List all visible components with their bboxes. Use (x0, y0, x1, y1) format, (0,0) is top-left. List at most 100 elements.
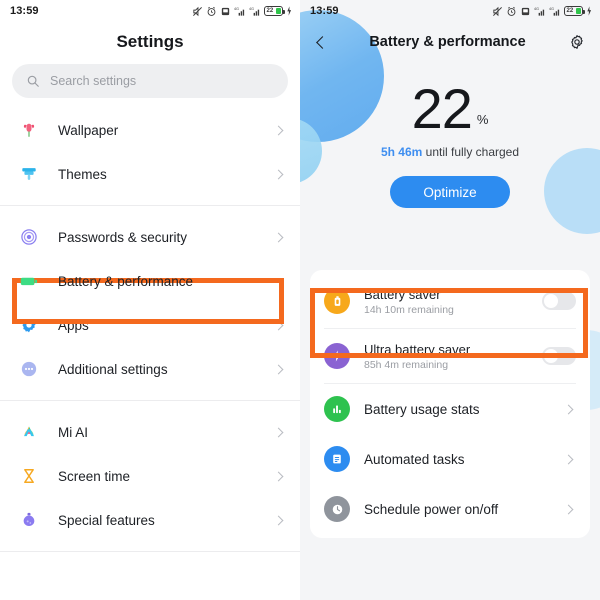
battery-fill (576, 8, 581, 14)
svg-text:4G: 4G (549, 7, 554, 11)
ultra-battery-saver-text: Ultra battery saver 85h 4m remaining (364, 342, 528, 371)
sd-card-icon (221, 7, 230, 15)
search-icon (27, 75, 39, 87)
page-title: Settings (116, 32, 184, 51)
alarm-icon (207, 6, 216, 16)
app-bar-title: Battery & performance (369, 34, 526, 50)
battery-saver-text: Battery saver 14h 10m remaining (364, 287, 528, 316)
percent-symbol: % (476, 112, 489, 128)
battery-saver-row[interactable]: Battery saver 14h 10m remaining (310, 274, 590, 328)
paint-brush-icon (18, 163, 40, 185)
sidebar-item-label: Additional settings (58, 361, 168, 377)
battery-saver-title: Battery saver (364, 286, 441, 302)
battery-usage-stats-row[interactable]: Battery usage stats (310, 384, 590, 434)
bolt-icon (324, 343, 350, 369)
list-divider (0, 400, 300, 401)
alarm-icon (507, 6, 516, 16)
sd-card-icon (521, 7, 530, 15)
battery-saver-card: Battery saver 14h 10m remaining Ultra ba… (310, 270, 590, 538)
battery-saver-subtitle: 14h 10m remaining (364, 303, 454, 316)
battery-percent-value: 22 (411, 77, 473, 140)
bar-chart-icon (324, 396, 350, 422)
mi-ai-icon (18, 421, 40, 443)
charging-bolt-icon (587, 6, 592, 16)
settings-panel: 13:59 4G 4G 22 Settings Search settings … (0, 0, 300, 600)
charge-eta-time: 5h 46m (380, 145, 423, 160)
ultra-battery-saver-subtitle: 85h 4m remaining (364, 358, 449, 371)
sidebar-item-battery-performance[interactable]: Battery & performance (0, 259, 300, 303)
battery-level-text: 22 (566, 8, 574, 14)
status-time: 13:59 (10, 5, 39, 17)
status-bar-left: 13:59 4G 4G 22 (0, 0, 300, 22)
sidebar-item-screen-time[interactable]: Screen time (0, 454, 300, 498)
chevron-right-icon (563, 504, 574, 514)
gear-icon[interactable] (568, 33, 586, 51)
sidebar-item-wallpaper[interactable]: Wallpaper (0, 108, 300, 152)
sidebar-item-label: Passwords & security (58, 229, 188, 245)
screenshot-root: 13:59 4G 4G 22 Settings Search settings … (0, 0, 600, 600)
sidebar-item-label: Themes (58, 166, 107, 182)
signal-2-icon: 4G (549, 7, 560, 16)
document-icon (324, 446, 350, 472)
ultra-battery-saver-row[interactable]: Ultra battery saver 85h 4m remaining (310, 329, 590, 383)
battery-saver-toggle[interactable] (542, 292, 576, 310)
search-placeholder: Search settings (50, 74, 137, 88)
sidebar-item-label: Battery & performance (58, 273, 194, 289)
svg-text:4G: 4G (234, 7, 239, 11)
battery-performance-panel: 13:59 4G 4G 22 Battery & performance 22 … (300, 0, 600, 600)
battery-level-text: 22 (266, 8, 274, 14)
sidebar-item-themes[interactable]: Themes (0, 152, 300, 196)
signal-2-icon: 4G (249, 7, 260, 16)
charge-eta: 5h 46m until fully charged (300, 145, 600, 159)
sidebar-item-label: Special features (58, 512, 155, 528)
svg-text:4G: 4G (534, 7, 539, 11)
automated-tasks-label: Automated tasks (364, 451, 465, 467)
schedule-power-label: Schedule power on/off (364, 501, 499, 517)
charging-bolt-icon (287, 6, 292, 16)
sidebar-item-label: Screen time (58, 468, 131, 484)
svg-text:4G: 4G (249, 7, 254, 11)
sidebar-item-label: Mi AI (58, 424, 89, 440)
battery-usage-stats-label: Battery usage stats (364, 401, 480, 417)
chevron-right-icon (273, 364, 284, 374)
status-bar-right: 13:59 4G 4G 22 (300, 0, 600, 22)
sidebar-item-mi-ai[interactable]: Mi AI (0, 410, 300, 454)
battery-green-icon (18, 270, 40, 292)
battery-icon: 22 (564, 6, 585, 16)
fingerprint-icon (18, 226, 40, 248)
mute-icon (193, 6, 202, 16)
battery-lock-icon (324, 288, 350, 314)
status-icons: 4G 4G 22 (192, 6, 292, 17)
tulip-icon (18, 119, 40, 141)
battery-percent-line: 22 % (411, 77, 489, 140)
charge-eta-text: until fully charged (422, 145, 520, 160)
signal-1-icon: 4G (234, 7, 245, 16)
status-time: 13:59 (310, 5, 339, 17)
signal-1-icon: 4G (534, 7, 545, 16)
dots-circle-icon (18, 358, 40, 380)
status-icons: 4G 4G 22 (492, 6, 592, 17)
app-bar: Battery & performance (300, 22, 600, 62)
sidebar-item-label: Wallpaper (58, 122, 119, 138)
automated-tasks-row[interactable]: Automated tasks (310, 434, 590, 484)
sidebar-item-additional-settings[interactable]: Additional settings (0, 347, 300, 391)
chevron-right-icon (563, 404, 574, 414)
battery-icon: 22 (264, 6, 285, 16)
search-input[interactable]: Search settings (12, 64, 288, 98)
flask-icon (18, 509, 40, 531)
list-divider (0, 205, 300, 206)
battery-hero: 22 % 5h 46m until fully charged Optimize (300, 62, 600, 262)
chevron-right-icon (273, 471, 284, 481)
optimize-button[interactable]: Optimize (390, 176, 510, 209)
sidebar-item-special-features[interactable]: Special features (0, 498, 300, 542)
ultra-battery-saver-toggle[interactable] (542, 347, 576, 365)
chevron-right-icon (273, 427, 284, 437)
ultra-battery-saver-title: Ultra battery saver (364, 341, 471, 357)
battery-percent-block: 22 % 5h 46m until fully charged Optimize (300, 62, 600, 209)
chevron-right-icon (273, 515, 284, 525)
sidebar-item-passwords-security[interactable]: Passwords & security (0, 215, 300, 259)
chevron-right-icon (273, 232, 284, 242)
battery-fill (276, 8, 281, 14)
mute-icon (493, 6, 502, 16)
schedule-power-row[interactable]: Schedule power on/off (310, 484, 590, 534)
